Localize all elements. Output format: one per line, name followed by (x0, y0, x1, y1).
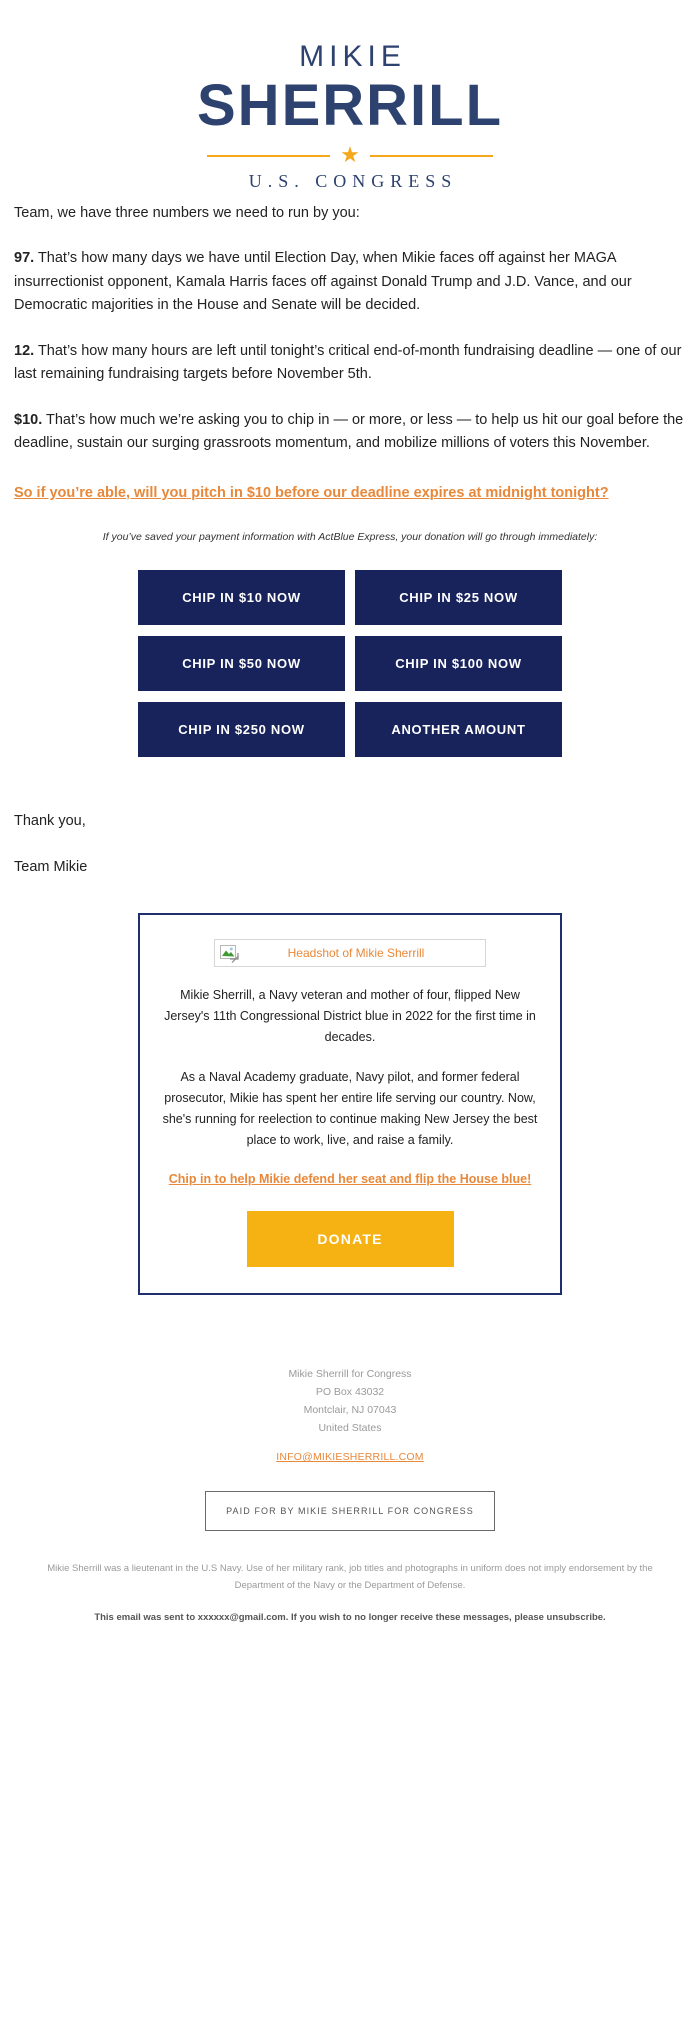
signoff-team: Team Mikie (14, 858, 88, 875)
lead-number-10: $10. (14, 411, 43, 428)
another-amount-button[interactable]: ANOTHER AMOUNT (355, 702, 562, 758)
footer-address: Mikie Sherrill for Congress PO Box 43032… (0, 1365, 700, 1437)
footer-org: Mikie Sherrill for Congress (288, 1368, 412, 1381)
chip-in-10-button[interactable]: CHIP IN $10 NOW (138, 570, 345, 626)
email-body: Team, we have three numbers we need to r… (0, 202, 700, 879)
bio-chip-in-link[interactable]: Chip in to help Mikie defend her seat an… (162, 1170, 538, 1189)
logo-last-name: SHERRILL (197, 73, 503, 138)
donation-row: CHIP IN $50 NOW CHIP IN $100 NOW (138, 636, 562, 692)
headshot-alt-text: Headshot of Mikie Sherrill (287, 946, 425, 961)
actblue-express-note: If you’ve saved your payment information… (102, 531, 598, 544)
paragraph-97: 97. That’s how many days we have until E… (14, 247, 686, 317)
paragraph-12: 12. That’s how many hours are left until… (14, 340, 686, 387)
logo-subtitle: U.S. CONGRESS (248, 170, 458, 191)
chip-in-25-button[interactable]: CHIP IN $25 NOW (355, 570, 562, 626)
lead-number-97: 97. (14, 250, 35, 267)
signoff-thank-you: Thank you, (14, 813, 86, 830)
logo-divider: ★ (197, 141, 503, 167)
donation-row: CHIP IN $250 NOW ANOTHER AMOUNT (138, 702, 562, 758)
footer-country: United States (318, 1422, 382, 1435)
intro-paragraph: Team, we have three numbers we need to r… (14, 204, 360, 221)
campaign-logo: MIKIE SHERRILL ★ U.S. CONGRESS (197, 42, 503, 192)
paragraph-97-text: That’s how many days we have until Elect… (14, 250, 632, 314)
footer-email-link[interactable]: INFO@MIKIESHERRILL.COM (276, 1451, 424, 1463)
paragraph-12-text: That’s how many hours are left until ton… (14, 342, 682, 383)
paragraph-10: $10. That’s how much we’re asking you to… (14, 409, 686, 456)
unsubscribe-notice[interactable]: This email was sent to xxxxxx@gmail.com.… (35, 1610, 665, 1625)
divider-bar-right (369, 154, 493, 157)
chip-in-250-button[interactable]: CHIP IN $250 NOW (138, 702, 345, 758)
lead-number-12: 12. (14, 342, 35, 359)
donation-row: CHIP IN $10 NOW CHIP IN $25 NOW (138, 570, 562, 626)
footer-city-state-zip: Montclair, NJ 07043 (303, 1404, 397, 1417)
chip-in-50-button[interactable]: CHIP IN $50 NOW (138, 636, 345, 692)
donation-amount-grid: CHIP IN $10 NOW CHIP IN $25 NOW CHIP IN … (128, 559, 572, 768)
navy-disclaimer: Mikie Sherrill was a lieutenant in the U… (47, 1563, 653, 1591)
paragraph-10-text: That’s how much we’re asking you to chip… (14, 411, 684, 452)
chip-in-100-button[interactable]: CHIP IN $100 NOW (355, 636, 562, 692)
paid-for-disclosure: PAID FOR BY MIKIE SHERRILL FOR CONGRESS (205, 1491, 495, 1532)
divider-bar-left (207, 154, 331, 157)
headshot-broken-image: Headshot of Mikie Sherrill (214, 939, 486, 968)
broken-image-icon (219, 943, 239, 964)
donate-button[interactable]: DONATE (246, 1211, 454, 1268)
bio-paragraph-1: Mikie Sherrill, a Navy veteran and mothe… (164, 988, 536, 1044)
bio-card: Headshot of Mikie Sherrill Mikie Sherril… (138, 913, 562, 1296)
email-header: MIKIE SHERRILL ★ U.S. CONGRESS (0, 0, 700, 202)
inline-cta-link[interactable]: So if you’re able, will you pitch in $10… (14, 482, 609, 505)
star-icon: ★ (340, 141, 360, 167)
bio-paragraph-2: As a Naval Academy graduate, Navy pilot,… (162, 1070, 538, 1147)
email-footer: Mikie Sherrill for Congress PO Box 43032… (0, 1365, 700, 1655)
footer-po-box: PO Box 43032 (315, 1386, 385, 1399)
logo-first-name: MIKIE (299, 40, 406, 73)
